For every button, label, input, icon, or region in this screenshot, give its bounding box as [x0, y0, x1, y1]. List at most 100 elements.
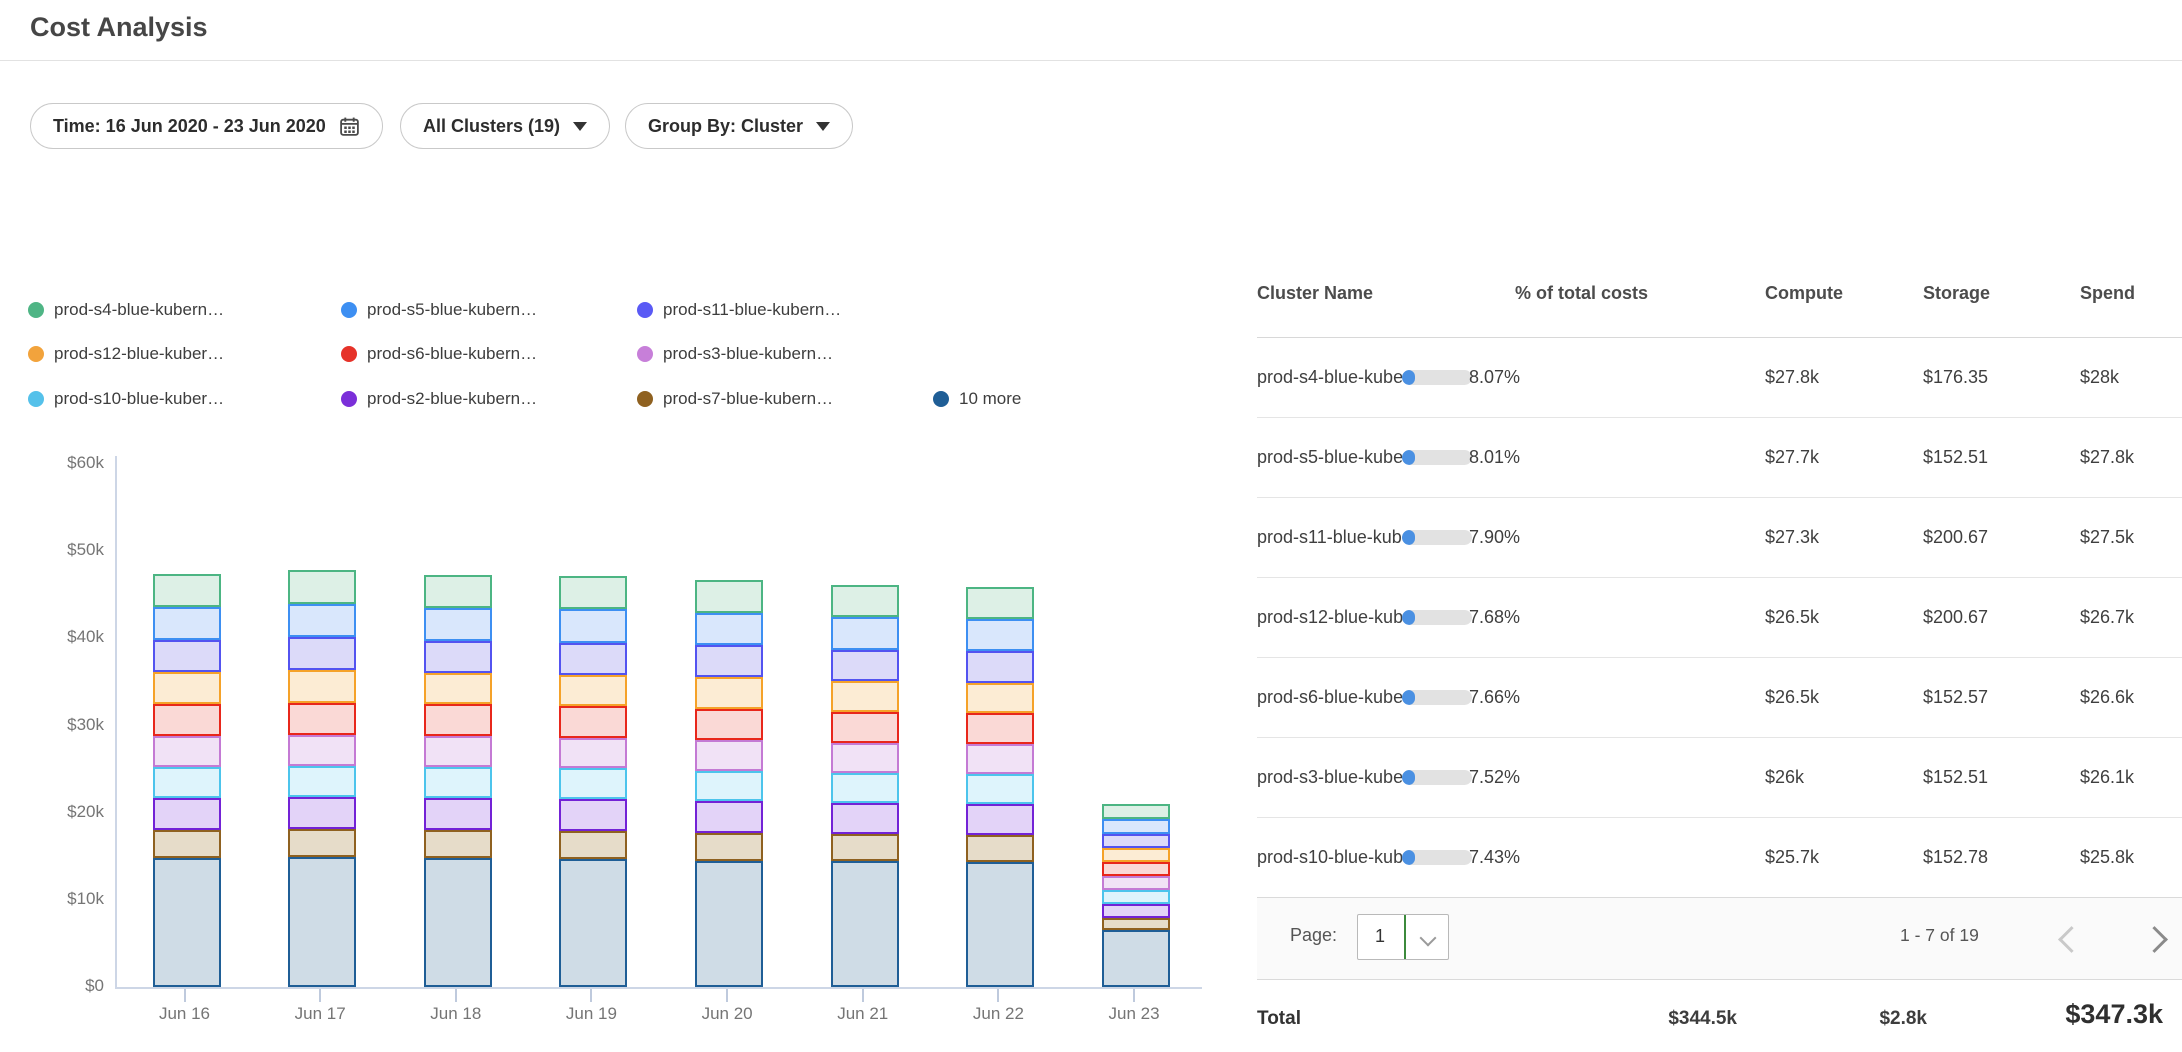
bar-segment-10-more[interactable] — [153, 858, 221, 987]
bar-segment-prod-s11-blue-kubern[interactable] — [424, 641, 492, 673]
legend-item[interactable]: prod-s5-blue-kubern… — [341, 300, 537, 320]
bar-segment-10-more[interactable] — [695, 861, 763, 987]
bar-segment-10-more[interactable] — [966, 862, 1034, 987]
bar-segment-prod-s3-blue-kubern[interactable] — [1102, 876, 1170, 890]
time-range-filter-button[interactable]: Time: 16 Jun 2020 - 23 Jun 2020 — [30, 103, 383, 149]
bar-segment-prod-s11-blue-kubern[interactable] — [1102, 834, 1170, 849]
bar-segment-prod-s12-blue-kuber[interactable] — [1102, 848, 1170, 862]
bar-segment-10-more[interactable] — [288, 857, 356, 987]
bar-segment-prod-s10-blue-kuber[interactable] — [424, 767, 492, 798]
bar-segment-prod-s10-blue-kuber[interactable] — [966, 774, 1034, 804]
bar-segment-prod-s11-blue-kubern[interactable] — [153, 640, 221, 672]
legend-item[interactable]: prod-s10-blue-kuber… — [28, 389, 224, 409]
legend-item[interactable]: prod-s4-blue-kubern… — [28, 300, 224, 320]
bar-segment-10-more[interactable] — [1102, 930, 1170, 987]
bar-segment-prod-s5-blue-kubern[interactable] — [288, 604, 356, 637]
bar-segment-10-more[interactable] — [559, 859, 627, 987]
bar-segment-10-more[interactable] — [424, 858, 492, 987]
bar-segment-prod-s11-blue-kubern[interactable] — [695, 645, 763, 677]
bar-segment-prod-s7-blue-kubern[interactable] — [695, 833, 763, 861]
bar-segment-prod-s5-blue-kubern[interactable] — [831, 617, 899, 649]
bar-segment-prod-s10-blue-kuber[interactable] — [695, 771, 763, 802]
bar-segment-prod-s5-blue-kubern[interactable] — [424, 608, 492, 641]
bar-segment-prod-s2-blue-kubern[interactable] — [424, 798, 492, 830]
bar-segment-prod-s6-blue-kubern[interactable] — [424, 704, 492, 735]
bar-segment-prod-s2-blue-kubern[interactable] — [695, 801, 763, 832]
page-number-select[interactable]: 1 — [1357, 914, 1449, 960]
bar-segment-prod-s2-blue-kubern[interactable] — [288, 797, 356, 829]
bar-segment-prod-s3-blue-kubern[interactable] — [966, 744, 1034, 775]
bar-segment-prod-s4-blue-kubern[interactable] — [153, 574, 221, 607]
bar-segment-prod-s7-blue-kubern[interactable] — [424, 830, 492, 858]
bar-segment-prod-s4-blue-kubern[interactable] — [424, 575, 492, 608]
legend-item[interactable]: prod-s6-blue-kubern… — [341, 344, 537, 364]
bar-segment-prod-s2-blue-kubern[interactable] — [153, 798, 221, 830]
legend-item[interactable]: 10 more — [933, 389, 1021, 409]
bar-segment-prod-s7-blue-kubern[interactable] — [288, 829, 356, 857]
previous-page-button[interactable] — [2062, 930, 2081, 954]
bar-segment-prod-s6-blue-kubern[interactable] — [1102, 862, 1170, 876]
bar-segment-prod-s3-blue-kubern[interactable] — [424, 736, 492, 767]
bar-segment-prod-s7-blue-kubern[interactable] — [831, 834, 899, 861]
bar-segment-prod-s12-blue-kuber[interactable] — [424, 673, 492, 704]
bar-segment-prod-s11-blue-kubern[interactable] — [559, 643, 627, 675]
bar-segment-prod-s7-blue-kubern[interactable] — [966, 835, 1034, 862]
bar-segment-prod-s12-blue-kuber[interactable] — [831, 681, 899, 712]
bar-segment-prod-s4-blue-kubern[interactable] — [288, 570, 356, 604]
bar-segment-prod-s6-blue-kubern[interactable] — [288, 703, 356, 735]
legend-item[interactable]: prod-s7-blue-kubern… — [637, 389, 833, 409]
bar-segment-prod-s4-blue-kubern[interactable] — [695, 580, 763, 613]
bar-segment-prod-s5-blue-kubern[interactable] — [153, 607, 221, 640]
bar-segment-prod-s6-blue-kubern[interactable] — [695, 709, 763, 740]
bar-segment-prod-s2-blue-kubern[interactable] — [1102, 904, 1170, 918]
bar-segment-prod-s10-blue-kuber[interactable] — [831, 773, 899, 803]
bar-segment-prod-s4-blue-kubern[interactable] — [559, 576, 627, 609]
bar-segment-prod-s12-blue-kuber[interactable] — [559, 675, 627, 706]
bar-segment-prod-s11-blue-kubern[interactable] — [288, 637, 356, 670]
bar-segment-prod-s12-blue-kuber[interactable] — [288, 670, 356, 702]
bar-segment-prod-s10-blue-kuber[interactable] — [1102, 890, 1170, 904]
bar-segment-prod-s5-blue-kubern[interactable] — [695, 613, 763, 645]
bar-segment-prod-s2-blue-kubern[interactable] — [831, 803, 899, 834]
bar-segment-prod-s4-blue-kubern[interactable] — [831, 585, 899, 617]
group-by-dropdown[interactable]: Group By: Cluster — [625, 103, 853, 149]
bar-segment-prod-s4-blue-kubern[interactable] — [966, 587, 1034, 619]
bar-segment-prod-s11-blue-kubern[interactable] — [966, 651, 1034, 682]
bar-segment-prod-s2-blue-kubern[interactable] — [966, 804, 1034, 835]
bar-segment-prod-s5-blue-kubern[interactable] — [559, 609, 627, 642]
bar-segment-prod-s12-blue-kuber[interactable] — [966, 683, 1034, 714]
bar-segment-prod-s10-blue-kuber[interactable] — [288, 766, 356, 797]
next-page-button[interactable] — [2145, 930, 2164, 954]
bar-segment-prod-s3-blue-kubern[interactable] — [288, 735, 356, 766]
bar-segment-prod-s3-blue-kubern[interactable] — [831, 743, 899, 774]
bar-segment-prod-s10-blue-kuber[interactable] — [559, 768, 627, 799]
legend-item[interactable]: prod-s2-blue-kubern… — [341, 389, 537, 409]
cluster-filter-dropdown[interactable]: All Clusters (19) — [400, 103, 610, 149]
bar-segment-prod-s6-blue-kubern[interactable] — [966, 713, 1034, 744]
x-axis-tick-label: Jun 16 — [140, 1004, 230, 1024]
bar-segment-prod-s6-blue-kubern[interactable] — [153, 704, 221, 735]
bar-segment-prod-s7-blue-kubern[interactable] — [559, 831, 627, 859]
bar-segment-prod-s4-blue-kubern[interactable] — [1102, 804, 1170, 819]
bar-segment-prod-s6-blue-kubern[interactable] — [559, 706, 627, 737]
bar-segment-prod-s7-blue-kubern[interactable] — [153, 830, 221, 858]
bar-segment-prod-s2-blue-kubern[interactable] — [559, 799, 627, 831]
legend-item[interactable]: prod-s11-blue-kubern… — [637, 300, 841, 320]
pct-value: 8.07% — [1430, 337, 1520, 417]
bar-segment-prod-s10-blue-kuber[interactable] — [153, 767, 221, 798]
bar-segment-10-more[interactable] — [831, 861, 899, 987]
legend-item[interactable]: prod-s12-blue-kuber… — [28, 344, 224, 364]
bar-segment-prod-s5-blue-kubern[interactable] — [1102, 819, 1170, 834]
bar-segment-prod-s3-blue-kubern[interactable] — [559, 738, 627, 769]
bar-segment-prod-s6-blue-kubern[interactable] — [831, 712, 899, 743]
spend-value: $27.5k — [2080, 497, 2134, 577]
legend-item[interactable]: prod-s3-blue-kubern… — [637, 344, 833, 364]
bar-segment-prod-s12-blue-kuber[interactable] — [695, 677, 763, 708]
bar-segment-prod-s5-blue-kubern[interactable] — [966, 619, 1034, 651]
bar-segment-prod-s11-blue-kubern[interactable] — [831, 650, 899, 681]
bar-segment-prod-s7-blue-kubern[interactable] — [1102, 918, 1170, 930]
bar-segment-prod-s12-blue-kuber[interactable] — [153, 672, 221, 704]
bar-segment-prod-s3-blue-kubern[interactable] — [153, 736, 221, 767]
storage-value: $152.57 — [1923, 657, 1988, 737]
bar-segment-prod-s3-blue-kubern[interactable] — [695, 740, 763, 771]
